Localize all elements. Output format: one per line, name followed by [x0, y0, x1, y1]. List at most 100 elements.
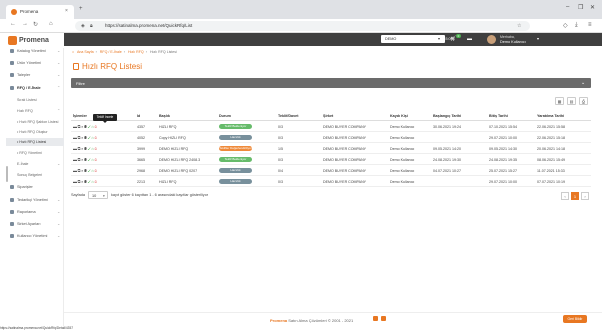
chevron-down-icon[interactable]: ⌄ [581, 80, 585, 86]
sidebar-sub-item[interactable]: Sonuç Belgeleri [6, 171, 64, 179]
sidebar-item-label: Talepler [17, 73, 31, 77]
table-header-cell[interactable]: Başlık [159, 114, 170, 118]
grid-icon[interactable]: ▦ [555, 97, 564, 105]
sidebar-sub-item-active[interactable]: • Hızlı RFQ Listesi [6, 138, 64, 146]
page-size-select[interactable]: 10 ▾ [88, 191, 108, 199]
shield-ext-icon[interactable]: ◇ [563, 22, 568, 29]
table-cell-created: 07.07.2021 10:19 [537, 179, 565, 184]
user-name[interactable]: Demo Kullanıcı [500, 40, 526, 44]
company-select[interactable]: DEMO ▾ [381, 35, 445, 43]
sidebar-item-company-settings[interactable]: Sirket Ayarları ⌄ [6, 219, 64, 229]
cancel-icon[interactable]: ⊘ [94, 146, 97, 151]
table-header-cell[interactable]: Bitiş Tarihi [489, 114, 508, 118]
catalog-icon [10, 49, 14, 53]
excel-export-icon[interactable]: ▤ [567, 97, 576, 105]
chevron-down-icon: ▾ [438, 36, 441, 41]
cancel-icon[interactable]: ⊘ [94, 179, 97, 184]
chevron-down-icon: ⌄ [57, 72, 61, 77]
rfq-icon [10, 86, 14, 90]
sidebar-item-catalog[interactable]: Katalog Yönetimi ⌄ [6, 46, 64, 56]
print-icon[interactable]: ⎙ [579, 97, 588, 105]
maximize-icon[interactable]: ❐ [578, 4, 583, 11]
sidebar-item-label: Katalog Yönetimi [17, 49, 46, 53]
sidebar-item-products[interactable]: Ürün Yönetimi ⌄ [6, 58, 64, 68]
table-cell-title: Copy HIZLI RFQ [159, 135, 186, 140]
home-icon[interactable]: ⌂ [49, 21, 53, 27]
table-header-cell[interactable]: Teklif/Davet [278, 114, 298, 118]
address-bar[interactable]: ◈ 🔒︎ https://satinalma.promena.net/Quick… [75, 21, 530, 31]
minimize-icon[interactable]: – [566, 4, 569, 10]
reload-icon[interactable]: ↻ [33, 21, 38, 28]
feedback-button[interactable]: Geri Bildir [563, 315, 587, 323]
table-header-cell: İşlemler [73, 114, 87, 118]
sidebar-scrollbar[interactable] [6, 166, 8, 182]
tab-close-icon[interactable]: × [65, 8, 68, 14]
table-cell-ratio: 0/4 [278, 168, 283, 173]
sidebar-item-orders[interactable]: Siparişler [6, 182, 64, 192]
breadcrumb-item[interactable]: RFQ / E-İhale [100, 50, 122, 54]
sidebar-item-label: Ürün Yönetimi [17, 61, 41, 65]
sidebar-item-rfq[interactable]: RFQ / E-İhale ⌃ [6, 83, 64, 93]
sidebar-item-users[interactable]: Kullanıcı Yönetimi ⌄ [6, 231, 64, 241]
new-tab-button[interactable]: + [79, 6, 83, 12]
cancel-icon[interactable]: ⊘ [94, 124, 97, 129]
chevron-down-icon[interactable]: ▾ [537, 36, 539, 41]
breadcrumb-current: Hızlı RFQ Listesi [149, 50, 177, 54]
prev-page-button[interactable]: ‹ [561, 192, 569, 200]
table-cell-end: 29.07.2021 10:00 [489, 135, 517, 140]
table-header-cell[interactable]: Başlangıç Tarihi [433, 114, 461, 118]
sidebar-sub-item[interactable]: E-İhale ⌄ [6, 160, 64, 168]
table-header-cell[interactable]: Yaratılma Tarihi [537, 114, 564, 118]
table-header-cell[interactable]: Kaydı Kişi [390, 114, 408, 118]
breadcrumb-item[interactable]: Hızlı RFQ [128, 50, 144, 54]
download-icon[interactable]: ⤓ [575, 22, 578, 29]
breadcrumb-item[interactable]: Ana Sayfa [77, 50, 94, 54]
sidebar-item-label: RFQ / E-İhale [17, 86, 41, 90]
browser-status-url: https://satinalma.promena.net/QuickRfq/D… [0, 326, 160, 331]
breadcrumb-home-icon[interactable]: ⌂ [72, 50, 74, 54]
filter-panel-header[interactable]: Filtre ⌄ [71, 78, 591, 88]
table-cell-created: 22.06.2021 15:18 [537, 135, 565, 140]
sidebar-item-label: Sirket Ayarları [17, 222, 41, 226]
page-button[interactable]: 1 [571, 192, 579, 200]
sidebar-sub-item[interactable]: Hızlı RFQ ⌃ [6, 107, 64, 115]
table-cell-person: Demo Kullanıcı [390, 168, 415, 173]
cancel-icon[interactable]: ⊘ [94, 135, 97, 140]
avatar[interactable] [487, 35, 496, 44]
table-header-cell[interactable]: Durum [219, 114, 231, 118]
sidebar-sub-item[interactable]: • Hızlı RFQ Şablon Listesi [6, 118, 64, 126]
bookmark-star-icon[interactable]: ☆ [517, 23, 521, 29]
chevron-down-icon: ⌄ [57, 197, 61, 202]
cancel-icon[interactable]: ⊘ [94, 168, 97, 173]
close-window-icon[interactable]: ✕ [590, 4, 595, 11]
sidebar-sub-item[interactable]: Sıralı Listesi [6, 96, 64, 104]
social-icon[interactable] [373, 316, 378, 321]
table-header-cell[interactable]: Şirket [323, 114, 333, 118]
sidebar-item-requests[interactable]: Talepler ⌄ [6, 70, 64, 80]
footer-text: Promena Satın Alma Çözümleri © 2001 - 20… [270, 318, 354, 323]
table-cell-start: 30.06.2021 19:24 [433, 124, 461, 129]
footer: Promena Satın Alma Çözümleri © 2001 - 20… [64, 312, 602, 326]
table-cell-id: 3665 [137, 157, 145, 162]
table-cell-id: 4052 [137, 135, 145, 140]
table-cell-start: 09.05.2021 14:20 [433, 146, 461, 151]
forward-icon[interactable]: → [22, 21, 28, 27]
browser-tab[interactable]: Promena × [6, 5, 74, 19]
social-icon[interactable] [381, 316, 386, 321]
sidebar-sub-item[interactable]: • Hızlı RFQ Oluştur [6, 128, 64, 136]
sidebar-item-suppliers[interactable]: Tedarikçi Yönetimi ⌄ [6, 195, 64, 205]
breadcrumb: ⌂ Ana Sayfa › RFQ / E-İhale › Hızlı RFQ › H… [72, 50, 177, 54]
table-cell-ratio: 1/5 [278, 146, 283, 151]
message-icon[interactable]: ▬ [467, 36, 472, 42]
next-page-button[interactable]: › [581, 192, 589, 200]
sidebar-item-reports[interactable]: Raporlama ⌄ [6, 207, 64, 217]
cancel-icon[interactable]: ⊘ [94, 157, 97, 162]
table-cell-title: DEMO HIZLI RFQ 2408.3 [159, 157, 201, 162]
sidebar-sub-item[interactable]: • RFQ Yönetimi [6, 149, 64, 157]
table-header-cell[interactable]: Id [137, 114, 140, 118]
menu-icon[interactable]: ≡ [588, 22, 592, 28]
table-cell-company: DEMO BUYER COMPANY [323, 146, 367, 151]
table-cell-end: 09.05.2021 14:30 [489, 146, 517, 151]
back-icon[interactable]: ← [10, 21, 16, 27]
report-icon [10, 210, 14, 214]
